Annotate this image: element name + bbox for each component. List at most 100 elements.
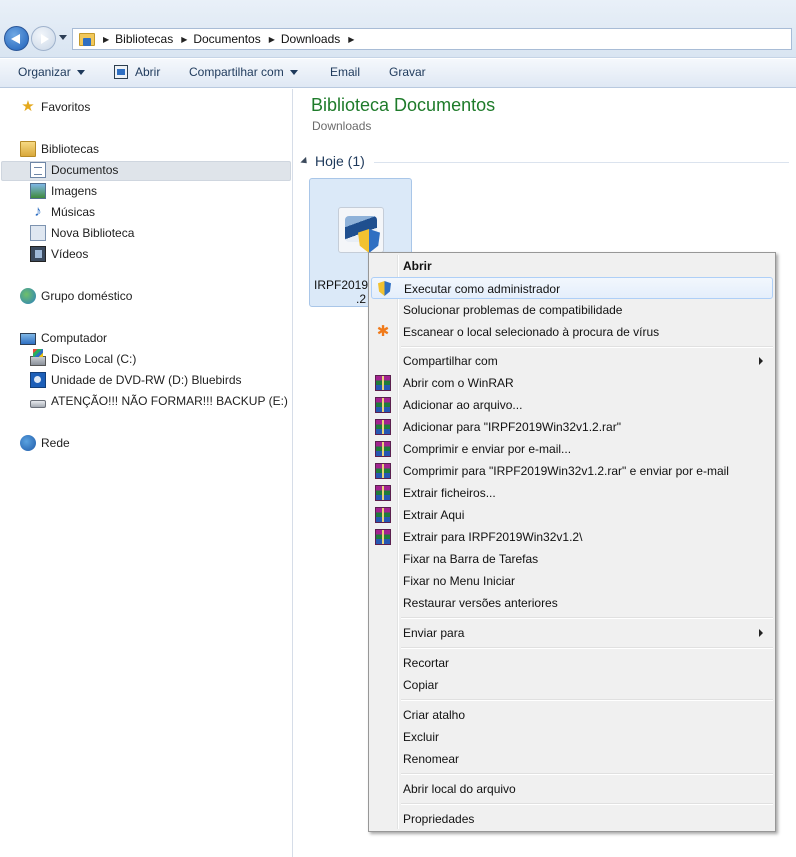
menu-item-compress-email[interactable]: Comprimir e enviar por e-mail... [371, 438, 773, 460]
sidebar-item-local-disk[interactable]: Disco Local (C:) [30, 349, 136, 369]
chevron-right-icon[interactable]: ▶ [348, 35, 354, 44]
chevron-right-icon[interactable]: ▶ [269, 35, 275, 44]
menu-item-rename[interactable]: Renomear [371, 748, 773, 770]
share-with-button[interactable]: Compartilhar com [189, 65, 298, 79]
winrar-icon [375, 375, 391, 391]
menu-item-share-with[interactable]: Compartilhar com [371, 350, 773, 372]
menu-item-open[interactable]: Abrir [371, 255, 773, 277]
menu-item-cut[interactable]: Recortar [371, 652, 773, 674]
sidebar-item-documents[interactable]: Documentos [30, 160, 118, 180]
chevron-right-icon[interactable]: ▶ [103, 35, 109, 44]
menu-item-troubleshoot[interactable]: Solucionar problemas de compatibilidade [371, 299, 773, 321]
menu-item-label: Escanear o local selecionado à procura d… [403, 325, 660, 339]
menu-separator [401, 803, 773, 805]
winrar-icon [375, 419, 391, 435]
menu-item-label: Extrair para IRPF2019Win32v1.2\ [403, 530, 583, 544]
menu-item-label: Restaurar versões anteriores [403, 596, 558, 610]
menu-item-label: Comprimir para "IRPF2019Win32v1.2.rar" e… [403, 464, 729, 478]
network-icon [20, 435, 36, 451]
menu-item-label: Executar como administrador [404, 282, 561, 296]
menu-item-pin-taskbar[interactable]: Fixar na Barra de Tarefas [371, 548, 773, 570]
menu-item-label: Adicionar para "IRPF2019Win32v1.2.rar" [403, 420, 621, 434]
group-header-label: Hoje (1) [315, 153, 365, 169]
open-label: Abrir [135, 65, 161, 79]
sidebar-item-homegroup[interactable]: Grupo doméstico [20, 286, 132, 306]
recent-pages-dropdown[interactable] [59, 35, 67, 40]
removable-drive-icon [30, 399, 46, 408]
menu-separator [401, 617, 773, 619]
menu-item-label: Enviar para [403, 626, 465, 640]
menu-item-add-to-rar[interactable]: Adicionar para "IRPF2019Win32v1.2.rar" [371, 416, 773, 438]
menu-item-label: Solucionar problemas de compatibilidade [403, 303, 623, 317]
sidebar-item-computer[interactable]: Computador [20, 328, 107, 348]
sidebar-item-favorites[interactable]: ★ Favoritos [20, 97, 90, 117]
sidebar-item-new-library[interactable]: Nova Biblioteca [30, 223, 134, 243]
menu-item-scan-virus[interactable]: ✱ Escanear o local selecionado à procura… [371, 321, 773, 343]
back-button[interactable] [4, 26, 29, 51]
sidebar-item-dvd-drive[interactable]: Unidade de DVD-RW (D:) Bluebirds [30, 370, 242, 390]
sidebar-item-videos[interactable]: Vídeos [30, 244, 88, 264]
sidebar-item-label: Unidade de DVD-RW (D:) Bluebirds [51, 373, 242, 387]
library-subtitle[interactable]: Downloads [312, 119, 371, 133]
address-bar-area: ▶ Bibliotecas ▶ Documentos ▶ Downloads ▶ [0, 0, 796, 58]
menu-item-extract-files[interactable]: Extrair ficheiros... [371, 482, 773, 504]
menu-item-open-location[interactable]: Abrir local do arquivo [371, 778, 773, 800]
hard-disk-icon [30, 349, 46, 366]
submenu-arrow-icon [759, 629, 763, 637]
music-note-icon: ♪ [34, 203, 42, 220]
menu-item-label: Extrair Aqui [403, 508, 465, 522]
breadcrumb-downloads[interactable]: Downloads [281, 32, 340, 46]
organize-button[interactable]: Organizar [18, 65, 85, 79]
email-button[interactable]: Email [330, 65, 360, 79]
menu-item-copy[interactable]: Copiar [371, 674, 773, 696]
menu-item-restore-versions[interactable]: Restaurar versões anteriores [371, 592, 773, 614]
menu-item-run-as-admin[interactable]: Executar como administrador [371, 277, 773, 299]
menu-item-send-to[interactable]: Enviar para [371, 622, 773, 644]
computer-icon [20, 333, 36, 345]
context-menu: Abrir Executar como administrador Soluci… [368, 252, 776, 832]
menu-item-delete[interactable]: Excluir [371, 726, 773, 748]
sidebar-item-label: Computador [41, 331, 108, 345]
menu-item-pin-start[interactable]: Fixar no Menu Iniciar [371, 570, 773, 592]
menu-item-label: Propriedades [403, 812, 475, 826]
pictures-icon [30, 183, 46, 199]
menu-item-label: Abrir local do arquivo [403, 782, 516, 796]
burn-button[interactable]: Gravar [389, 65, 426, 79]
menu-item-create-shortcut[interactable]: Criar atalho [371, 704, 773, 726]
breadcrumb[interactable]: ▶ Bibliotecas ▶ Documentos ▶ Downloads ▶ [72, 28, 792, 50]
sidebar-item-label: Documentos [51, 163, 119, 177]
menu-item-label: Extrair ficheiros... [403, 486, 496, 500]
sidebar-item-label: Rede [41, 436, 70, 450]
sidebar-item-label: Grupo doméstico [41, 289, 133, 303]
open-button[interactable]: Abrir [114, 65, 160, 79]
group-header-today[interactable]: Hoje (1) [300, 153, 365, 169]
breadcrumb-documentos[interactable]: Documentos [193, 32, 260, 46]
sidebar-item-libraries[interactable]: Bibliotecas [20, 139, 99, 159]
breadcrumb-bibliotecas[interactable]: Bibliotecas [115, 32, 173, 46]
dropdown-arrow-icon [289, 69, 298, 75]
chevron-right-icon[interactable]: ▶ [181, 35, 187, 44]
winrar-icon [375, 507, 391, 523]
menu-item-label: Abrir com o WinRAR [403, 376, 514, 390]
menu-item-extract-to[interactable]: Extrair para IRPF2019Win32v1.2\ [371, 526, 773, 548]
menu-item-properties[interactable]: Propriedades [371, 808, 773, 830]
menu-item-extract-here[interactable]: Extrair Aqui [371, 504, 773, 526]
sidebar-item-network[interactable]: Rede [20, 433, 70, 453]
winrar-icon [375, 397, 391, 413]
sidebar-item-label: Disco Local (C:) [51, 352, 137, 366]
menu-item-add-archive[interactable]: Adicionar ao arquivo... [371, 394, 773, 416]
menu-item-label: Renomear [403, 752, 460, 766]
menu-item-open-winrar[interactable]: Abrir com o WinRAR [371, 372, 773, 394]
collapse-arrow-icon [300, 156, 310, 166]
forward-button[interactable] [31, 26, 56, 51]
menu-item-label: Abrir [403, 259, 432, 273]
menu-item-compress-rar-email[interactable]: Comprimir para "IRPF2019Win32v1.2.rar" e… [371, 460, 773, 482]
sidebar-item-label: Favoritos [41, 100, 91, 114]
library-title: Biblioteca Documentos [311, 95, 496, 115]
sidebar-item-images[interactable]: Imagens [30, 181, 97, 201]
menu-item-label: Adicionar ao arquivo... [403, 398, 523, 412]
homegroup-icon [20, 288, 36, 304]
sidebar-item-usb-drive[interactable]: ATENÇÃO!!! NÃO FORMAR!!! BACKUP (E:) [30, 391, 288, 411]
sidebar-item-music[interactable]: ♪ Músicas [30, 202, 95, 222]
menu-item-label: Compartilhar com [403, 354, 498, 368]
